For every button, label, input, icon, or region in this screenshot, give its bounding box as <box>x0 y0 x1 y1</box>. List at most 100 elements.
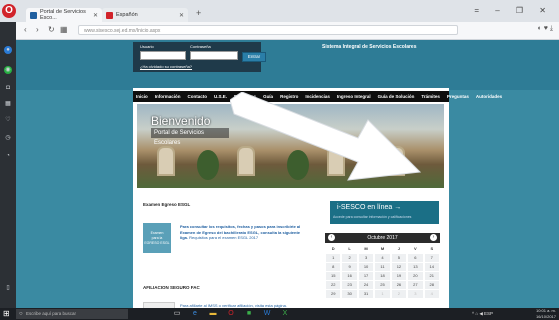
password-label: Contraseña <box>190 44 211 49</box>
calendar-day[interactable]: 26 <box>391 281 407 289</box>
calendar-day[interactable]: 2 <box>391 290 407 298</box>
calendar-day[interactable]: 28 <box>424 281 439 289</box>
search-placeholder: Escribe aquí para buscar <box>26 311 77 316</box>
back-icon[interactable]: ‹ <box>24 25 27 34</box>
page-header-band <box>16 40 559 90</box>
address-text: www.sisesco.sej.ed.mx/Inicio.aspx <box>84 28 161 34</box>
calendar-day[interactable]: 16 <box>342 272 357 280</box>
menu-item[interactable]: Contacto <box>188 94 208 99</box>
menu-item[interactable]: Preguntas <box>447 94 469 99</box>
calendar-day[interactable]: 31 <box>358 290 374 298</box>
calendar-day[interactable]: 18 <box>375 272 390 280</box>
calendar-day[interactable]: 4 <box>424 290 439 298</box>
taskbar-search-input[interactable]: Escribe aquí para buscar <box>16 309 128 319</box>
grid-icon[interactable]: ▦ <box>4 100 12 108</box>
calendar-day[interactable]: 14 <box>424 263 439 271</box>
excel-icon[interactable]: X <box>280 309 290 319</box>
file-explorer-icon[interactable]: ▬ <box>208 309 218 319</box>
calendar-next-button[interactable]: › <box>430 234 437 241</box>
portal-subtitle: Portal de Servicios Escolares <box>151 128 229 146</box>
tab-second[interactable]: Españón ✕ <box>102 8 188 22</box>
calendar-day[interactable]: 5 <box>391 254 407 262</box>
calendar-day[interactable]: 9 <box>342 263 357 271</box>
calendar-month: Octubre 2017 <box>325 233 440 243</box>
menu-item[interactable]: U.S.E. <box>214 94 227 99</box>
word-icon[interactable]: W <box>262 309 272 319</box>
menu-item[interactable]: Inicio <box>136 94 148 99</box>
address-bar[interactable]: www.sisesco.sej.ed.mx/Inicio.aspx <box>78 25 458 35</box>
isesco-title[interactable]: i-SESCO en línea → <box>337 204 401 211</box>
calendar-day[interactable]: 27 <box>408 281 423 289</box>
calendar-day[interactable]: 2 <box>342 254 357 262</box>
heart-icon[interactable]: ♡ <box>4 116 12 124</box>
task-view-icon[interactable]: ▭ <box>172 309 182 319</box>
calendar-day[interactable]: 21 <box>424 272 439 280</box>
calendar-day[interactable]: 24 <box>358 281 374 289</box>
tab-close-icon[interactable]: ✕ <box>93 12 98 19</box>
app-icon[interactable]: ■ <box>244 309 254 319</box>
clock-icon[interactable]: ◔ <box>4 152 12 160</box>
calendar-day[interactable]: 4 <box>375 254 390 262</box>
reload-icon[interactable]: ↻ <box>48 25 55 34</box>
password-input[interactable] <box>190 51 238 60</box>
menu-item[interactable]: Autoridades <box>476 94 502 99</box>
calendar-day[interactable]: 17 <box>358 272 374 280</box>
whatsapp-icon[interactable]: ◉ <box>4 66 12 74</box>
calendar-weekday: J <box>397 246 401 251</box>
clock-date: 16/10/2017 <box>535 314 556 319</box>
calendar-day[interactable]: 12 <box>391 263 407 271</box>
calendar-day[interactable]: 7 <box>424 254 439 262</box>
examen-link[interactable]: Requisitos para el examen ESGL 2017 <box>188 235 258 240</box>
menu-item[interactable]: Información <box>155 94 181 99</box>
messenger-icon[interactable]: ● <box>4 46 12 54</box>
calendar-day[interactable]: 3 <box>408 290 423 298</box>
calendar-day[interactable]: 29 <box>326 290 341 298</box>
calendar-day[interactable]: 6 <box>408 254 423 262</box>
calendar-day[interactable]: 22 <box>326 281 341 289</box>
edge-icon[interactable]: e <box>190 309 200 319</box>
welcome-heading: Bienvenido <box>151 114 211 128</box>
speed-dial-icon[interactable]: ▦ <box>60 25 68 34</box>
calendar-day[interactable]: 1 <box>375 290 390 298</box>
calendar-day[interactable]: 15 <box>326 272 341 280</box>
tab-favicon-icon <box>106 11 113 19</box>
forward-icon[interactable]: › <box>36 25 39 34</box>
camera-icon[interactable]: ◘ <box>4 84 12 92</box>
calendar-weekday: L <box>348 246 351 251</box>
user-input[interactable] <box>140 51 186 60</box>
opera-taskbar-icon[interactable]: O <box>226 309 236 319</box>
tab-label: Portal de Servicios Esco... <box>40 9 86 21</box>
calendar-day[interactable]: 23 <box>342 281 357 289</box>
calendar-day[interactable]: 10 <box>358 263 374 271</box>
calendar-day[interactable]: 13 <box>408 263 423 271</box>
system-tray[interactable]: ^ ⌂ ◀ ESP <box>472 309 493 319</box>
examen-title: Examen Egreso ESGL <box>143 202 191 207</box>
opera-logo-icon[interactable]: O <box>2 4 16 18</box>
tab-portal[interactable]: Portal de Servicios Esco... ✕ <box>26 8 102 22</box>
window-controls[interactable]: = – ❐ ✕ <box>474 6 553 15</box>
new-tab-button[interactable]: + <box>196 8 201 18</box>
calendar-prev-button[interactable]: ‹ <box>328 234 335 241</box>
calendar-day[interactable]: 8 <box>326 263 341 271</box>
calendar-day[interactable]: 3 <box>358 254 374 262</box>
calendar-day[interactable]: 1 <box>326 254 341 262</box>
tab-close-icon[interactable]: ✕ <box>179 12 184 19</box>
calendar-weekday: S <box>430 246 434 251</box>
calendar-weekday: V <box>414 246 417 251</box>
forgot-password-link[interactable]: ¿Ha olvidado su contraseña? <box>140 64 192 69</box>
calendar-day[interactable]: 11 <box>375 263 390 271</box>
calendar-day[interactable]: 19 <box>391 272 407 280</box>
calendar-weekday: M <box>380 246 385 251</box>
enter-button[interactable]: Entrar <box>242 52 266 62</box>
isesco-subtitle: Accede para consultar información y cali… <box>333 215 412 219</box>
examen-thumbnail[interactable]: Examen para la EGRESO ESGL <box>143 223 171 253</box>
start-icon[interactable]: ⊞ <box>3 309 10 318</box>
history-icon[interactable]: ◷ <box>4 134 12 142</box>
calendar-day[interactable]: 25 <box>375 281 390 289</box>
examen-description: Para consultar los requisitos, fechas y … <box>180 224 302 241</box>
calendar-day[interactable]: 20 <box>408 272 423 280</box>
heart-icon[interactable]: ◐ ♥ ⤓ <box>538 25 553 33</box>
sidebar-toggle-icon[interactable]: ▯ <box>4 284 12 292</box>
calendar-day[interactable]: 30 <box>342 290 357 298</box>
taskbar-clock[interactable]: 10:01 a. m. 16/10/2017 <box>522 308 556 320</box>
